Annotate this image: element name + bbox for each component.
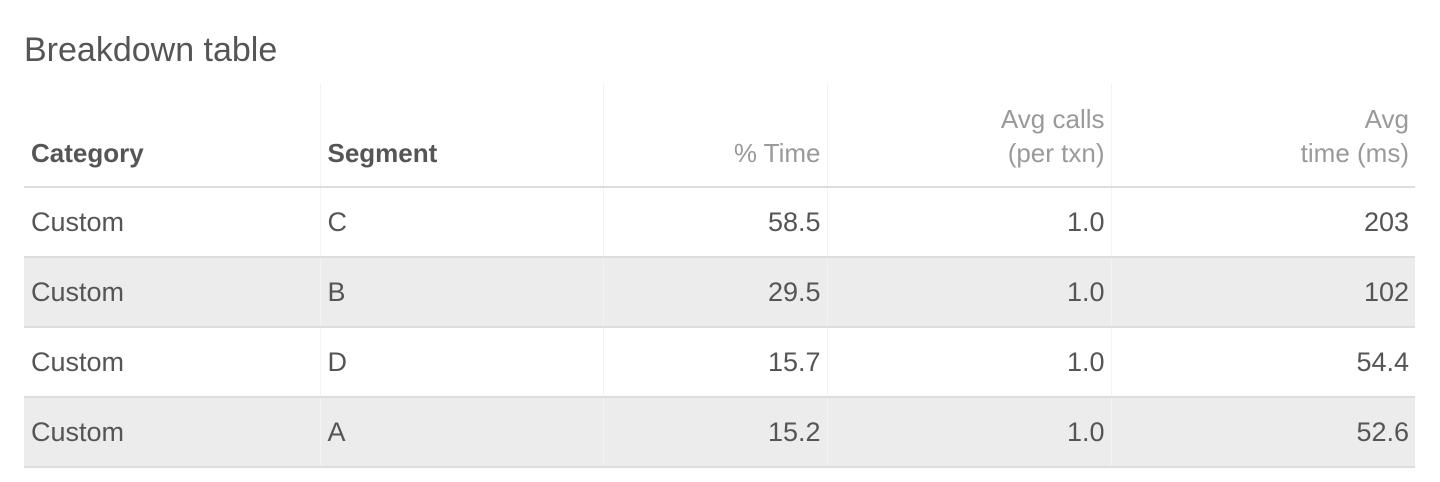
- cell-avg-time: 52.6: [1110, 397, 1415, 468]
- column-header-avg-time-line1: Avg: [1364, 104, 1409, 134]
- cell-category: Custom: [24, 327, 320, 398]
- cell-category: Custom: [24, 187, 320, 258]
- table-row: Custom B 29.5 1.0 102: [24, 257, 1415, 328]
- table-row: Custom A 15.2 1.0 52.6: [24, 397, 1415, 468]
- column-header-avg-calls[interactable]: Avg calls (per txn): [826, 84, 1111, 188]
- cell-category: Custom: [24, 397, 320, 468]
- column-header-category[interactable]: Category: [24, 84, 320, 188]
- panel-title: Breakdown table: [24, 31, 278, 69]
- column-header-pct-time[interactable]: % Time: [602, 84, 827, 188]
- cell-pct-time: 58.5: [602, 187, 827, 258]
- breakdown-table: Category Segment % Time Avg calls (per t…: [24, 84, 1415, 468]
- cell-avg-calls: 1.0: [826, 187, 1111, 258]
- column-header-avg-time[interactable]: Avg time (ms): [1110, 84, 1415, 188]
- cell-segment: A: [319, 397, 603, 468]
- cell-segment: C: [319, 187, 603, 258]
- cell-category: Custom: [24, 257, 320, 328]
- cell-avg-time: 102: [1110, 257, 1415, 328]
- column-header-segment[interactable]: Segment: [319, 84, 603, 188]
- cell-avg-calls: 1.0: [826, 257, 1111, 328]
- column-header-segment-label: Segment: [327, 138, 438, 168]
- column-header-pct-time-label: % Time: [733, 138, 821, 168]
- cell-segment: D: [319, 327, 603, 398]
- column-header-avg-calls-line1: Avg calls: [1000, 104, 1105, 134]
- table-row: Custom D 15.7 1.0 54.4: [24, 327, 1415, 398]
- cell-pct-time: 29.5: [602, 257, 827, 328]
- cell-pct-time: 15.2: [602, 397, 827, 468]
- cell-pct-time: 15.7: [602, 327, 827, 398]
- cell-avg-calls: 1.0: [826, 327, 1111, 398]
- cell-avg-time: 203: [1110, 187, 1415, 258]
- column-header-category-label: Category: [31, 138, 144, 168]
- column-header-avg-calls-line2: (per txn): [1007, 138, 1105, 168]
- cell-avg-calls: 1.0: [826, 397, 1111, 468]
- cell-segment: B: [319, 257, 603, 328]
- column-header-avg-time-line2: time (ms): [1300, 138, 1409, 168]
- table-header-row: Category Segment % Time Avg calls (per t…: [24, 84, 1415, 188]
- table-row: Custom C 58.5 1.0 203: [24, 187, 1415, 258]
- cell-avg-time: 54.4: [1110, 327, 1415, 398]
